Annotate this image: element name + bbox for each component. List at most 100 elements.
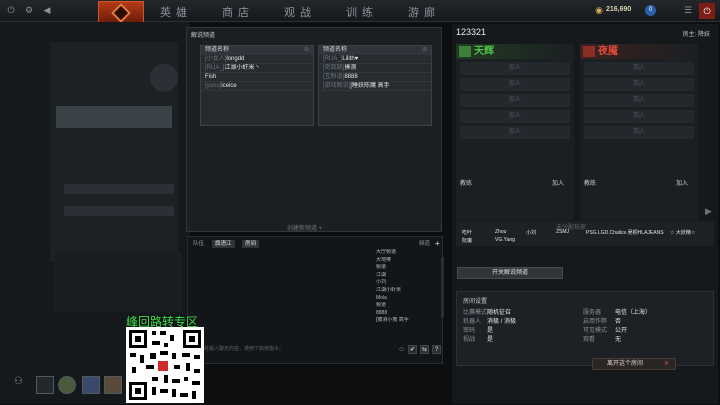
player-name[interactable]: 阮魔 bbox=[462, 237, 472, 244]
emoji-icon[interactable]: ☺ bbox=[398, 346, 405, 353]
list-item[interactable]: [揍测小熊 高手 bbox=[376, 317, 436, 325]
player-name[interactable]: ZSMJ bbox=[556, 229, 569, 235]
friends-icon[interactable]: ☰ bbox=[683, 5, 693, 15]
create-channel-button[interactable]: 创建新频道 + bbox=[287, 223, 322, 232]
send-button[interactable]: ✔ bbox=[408, 345, 417, 354]
channel-row[interactable]: [游戏解说][睡妖陈魔 高手 bbox=[319, 82, 431, 91]
dire-slot[interactable]: 加入 bbox=[584, 126, 694, 139]
player-name[interactable]: VG.Yang bbox=[495, 237, 515, 243]
radiant-icon bbox=[459, 46, 471, 57]
chevron-right-icon[interactable]: ▶ bbox=[705, 206, 712, 217]
lobby-id: 123321 bbox=[456, 27, 487, 37]
setting-value: 公开 bbox=[615, 328, 628, 334]
nav-learn[interactable]: 训练 bbox=[346, 4, 378, 20]
setting-label: 可见模式 bbox=[583, 328, 608, 334]
list-item[interactable]: 频道 bbox=[376, 264, 436, 272]
back-arrow-icon[interactable]: ◀ bbox=[42, 5, 52, 15]
battle-pass-banner bbox=[56, 106, 172, 128]
swap-button[interactable]: ⇆ bbox=[420, 345, 429, 354]
notification-badge[interactable]: 0 bbox=[645, 5, 656, 16]
gear-icon[interactable]: ⚙ bbox=[24, 5, 34, 15]
currency-amount: 216,690 bbox=[606, 6, 632, 13]
party-member-avatar[interactable] bbox=[58, 376, 76, 394]
chat-scrollbar[interactable] bbox=[441, 257, 444, 317]
tab-channel[interactable]: 旗语江 bbox=[212, 240, 235, 248]
channel-row[interactable]: [yoou]iceice bbox=[201, 82, 313, 91]
player-name[interactable]: 小刘 bbox=[526, 229, 536, 236]
radiant-team: 天辉 加入 加入 加入 加入 加入 教练 加入 bbox=[456, 44, 574, 220]
dire-header: 夜魇 bbox=[580, 44, 698, 59]
setting-label: 观看 bbox=[583, 337, 596, 343]
setting-label: 服务器 bbox=[583, 310, 602, 316]
coach-join-button[interactable]: 加入 bbox=[552, 178, 564, 187]
channel-row[interactable]: [奇数跳]揍测 bbox=[319, 64, 431, 73]
friends-list bbox=[54, 252, 182, 312]
radiant-slot[interactable]: 加入 bbox=[460, 110, 570, 123]
leave-room-label: 离开这个房间 bbox=[607, 361, 644, 367]
chat-input[interactable]: 在此处输入聊天内容，使用"/"启用指令。 bbox=[194, 344, 390, 354]
channel-column-left: 频道名称 ⊘ [小龙人]longdd [RUA_]江湖小虾米丶 Fish [yoo… bbox=[200, 45, 314, 126]
setting-value: 消极 / 消极 bbox=[487, 319, 517, 325]
player-name[interactable]: Zhou bbox=[495, 229, 506, 235]
dire-slot[interactable]: 加入 bbox=[584, 62, 694, 75]
leave-room-button[interactable]: 离开这个房间 ✕ bbox=[592, 358, 676, 370]
column-header: 频道名称 ⊘ bbox=[319, 46, 431, 55]
unassigned-players: 未分配玩家 吃叶 Zhou 小刘 ZSMJ PSG.LGD.Chalice.吴桐… bbox=[456, 221, 714, 246]
party-member-avatar[interactable] bbox=[82, 376, 100, 394]
list-item[interactable]: 大地棒 bbox=[376, 257, 436, 265]
friends-icon[interactable] bbox=[36, 376, 54, 394]
party-icon[interactable]: ⚇ bbox=[14, 376, 32, 394]
chat-channel-list: 大厅频道 大地棒 频道 江湖 小刘 江湖小虾米 Mola 频道 8888 [揍测… bbox=[376, 249, 436, 349]
nav-watch[interactable]: 观战 bbox=[284, 4, 316, 20]
coach-join-button[interactable]: 加入 bbox=[676, 178, 688, 187]
panel-title: 解说频道 bbox=[191, 33, 216, 39]
close-icon[interactable]: ⏻ bbox=[699, 3, 715, 19]
list-item[interactable]: 8888 bbox=[376, 310, 436, 318]
channel-row[interactable]: [RUA_]Lilith♥ bbox=[319, 55, 431, 64]
player-name[interactable]: ☆ 大妖精☆ bbox=[670, 229, 695, 236]
party-member-avatar[interactable] bbox=[104, 376, 122, 394]
power-icon[interactable]: ⏻ bbox=[6, 5, 16, 15]
dire-icon bbox=[583, 46, 595, 57]
radiant-slot[interactable]: 加入 bbox=[460, 94, 570, 107]
help-button[interactable]: ? bbox=[432, 345, 441, 354]
setting-value: 随机征召 bbox=[487, 310, 512, 316]
dota-logo-button[interactable] bbox=[98, 1, 144, 23]
coach-label: 教练 bbox=[584, 181, 597, 187]
list-item[interactable]: 大厅频道 bbox=[376, 249, 436, 257]
channel-row[interactable]: [小龙人]longdd bbox=[201, 55, 313, 64]
nav-heroes[interactable]: 英雄 bbox=[160, 4, 192, 20]
lobby-panel: 123321 房主: 降妖 天辉 加入 加入 加入 加入 加入 教练 加入 夜魇… bbox=[452, 24, 718, 404]
list-item[interactable]: 频道 bbox=[376, 302, 436, 310]
radiant-slot[interactable]: 加入 bbox=[460, 126, 570, 139]
player-name[interactable]: PSG.LGD.Chalice.吴桐HLAJEANS bbox=[586, 229, 664, 236]
setting-value: 无 bbox=[615, 337, 622, 343]
list-item[interactable]: 江湖小虾米 bbox=[376, 287, 436, 295]
profile-button bbox=[64, 184, 174, 194]
chat-panel: 队伍 旗语江 房间 频道 + 大厅频道 大地棒 频道 江湖 小刘 江湖小虾米 M… bbox=[187, 236, 444, 364]
dire-coach-row: 教练 加入 bbox=[582, 175, 696, 219]
channel-row[interactable]: [RUA_]江湖小虾米丶 bbox=[201, 64, 313, 73]
channel-row[interactable]: Fish bbox=[201, 73, 313, 82]
dire-slot[interactable]: 加入 bbox=[584, 94, 694, 107]
settings-title: 房间设置 bbox=[463, 299, 488, 305]
channel-row[interactable]: [互粉道]8888 bbox=[319, 73, 431, 82]
dire-slot[interactable]: 加入 bbox=[584, 110, 694, 123]
dire-slot[interactable]: 加入 bbox=[584, 78, 694, 91]
setting-label: 启用作弊 bbox=[583, 319, 608, 325]
toggle-broadcast-button[interactable]: 开关解说频道 bbox=[457, 267, 563, 279]
tab-room[interactable]: 房间 bbox=[242, 240, 260, 248]
radiant-slot[interactable]: 加入 bbox=[460, 62, 570, 75]
nav-store[interactable]: 商店 bbox=[222, 4, 254, 20]
setting-label: 密码 bbox=[463, 328, 476, 334]
radiant-slot[interactable]: 加入 bbox=[460, 78, 570, 91]
channel-column-right: 频道名称 ⊘ [RUA_]Lilith♥ [奇数跳]揍测 [互粉道]8888 [游… bbox=[318, 45, 432, 126]
list-item[interactable]: 江湖 bbox=[376, 272, 436, 280]
add-channel-icon[interactable]: + bbox=[432, 240, 443, 248]
list-item[interactable]: 小刘 bbox=[376, 279, 436, 287]
player-name[interactable]: 吃叶 bbox=[462, 229, 472, 236]
list-item[interactable]: Mola bbox=[376, 295, 436, 303]
tab-team[interactable]: 队伍 bbox=[190, 240, 207, 248]
tab-channels[interactable]: 频道 bbox=[416, 240, 433, 248]
nav-arcade[interactable]: 游廊 bbox=[408, 4, 440, 20]
